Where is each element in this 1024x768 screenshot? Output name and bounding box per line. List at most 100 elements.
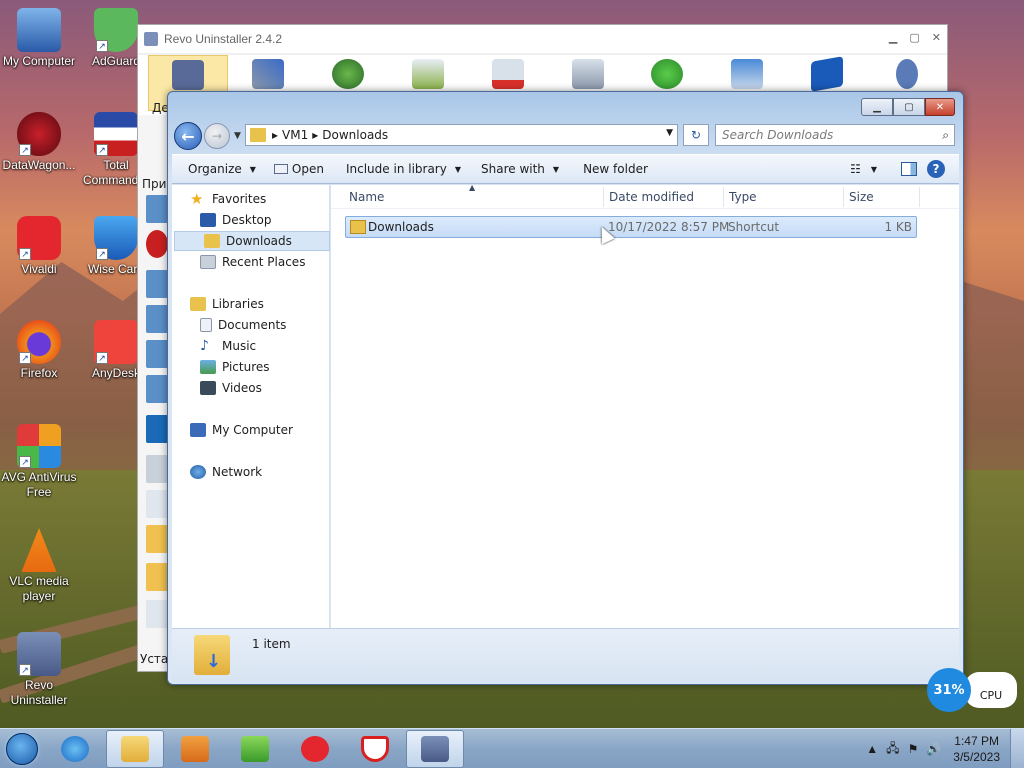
nav-label: Favorites bbox=[212, 192, 267, 206]
nav-documents[interactable]: Documents bbox=[200, 315, 286, 335]
cpu-gadget[interactable]: CPU 31% bbox=[927, 668, 1017, 712]
file-list[interactable]: Name ▲ Date modified Type Size Downloads… bbox=[331, 183, 959, 628]
breadcrumb-vm1[interactable]: VM1 bbox=[282, 128, 308, 142]
close-icon[interactable]: ✕ bbox=[932, 31, 941, 44]
organize-label: Organize bbox=[188, 162, 242, 176]
revo-list-icon bbox=[146, 525, 168, 553]
revo-list-icon bbox=[146, 195, 168, 223]
volume-icon[interactable]: 🔊 bbox=[926, 742, 941, 756]
nav-pictures[interactable]: Pictures bbox=[200, 357, 270, 377]
column-header-name[interactable]: Name bbox=[349, 190, 384, 204]
clock[interactable]: 1:47 PM 3/5/2023 bbox=[949, 733, 1010, 765]
flag-icon[interactable]: ⚑ bbox=[908, 742, 919, 756]
show-hidden-icons-icon[interactable]: ▲ bbox=[866, 742, 878, 756]
file-date-modified: 10/17/2022 8:57 PM bbox=[608, 220, 730, 234]
nav-libraries[interactable]: Libraries bbox=[190, 294, 264, 314]
desktop-icon-my-computer[interactable]: My Computer bbox=[1, 8, 77, 69]
taskbar-internet-explorer[interactable] bbox=[46, 730, 104, 768]
help-icon[interactable]: ? bbox=[927, 160, 945, 178]
chevron-right-icon[interactable]: ▸ bbox=[312, 128, 318, 142]
vivaldi-icon bbox=[301, 735, 329, 762]
file-row[interactable]: Downloads 10/17/2022 8:57 PM Shortcut 1 … bbox=[345, 216, 917, 238]
nav-desktop[interactable]: Desktop bbox=[200, 210, 272, 230]
organize-menu[interactable]: Organize ▼ bbox=[172, 155, 266, 183]
include-in-library-menu[interactable]: Include in library ▼ bbox=[334, 155, 471, 183]
windows-logo-icon bbox=[6, 732, 38, 765]
column-header-date-modified[interactable]: Date modified bbox=[609, 190, 694, 204]
nav-label: Recent Places bbox=[222, 255, 306, 269]
nav-network[interactable]: Network bbox=[190, 462, 262, 482]
taskbar-explorer[interactable] bbox=[106, 729, 164, 768]
nav-recent-places[interactable]: Recent Places bbox=[200, 252, 305, 272]
revo-list-icon bbox=[146, 230, 168, 258]
radar-icon bbox=[331, 59, 364, 89]
vlc-cone-icon bbox=[21, 528, 57, 572]
taskbar-vivaldi[interactable] bbox=[286, 730, 344, 768]
maximize-button[interactable]: ▢ bbox=[893, 98, 925, 116]
breadcrumb-downloads[interactable]: Downloads bbox=[322, 128, 388, 142]
navigation-pane: ★ Favorites Desktop Downloads Recent Plac… bbox=[172, 185, 330, 628]
taskbar-adguard[interactable] bbox=[346, 730, 404, 768]
revo-left-panel: Де При Уста bbox=[138, 101, 170, 671]
network-tray-icon[interactable]: 🖧 bbox=[886, 739, 899, 760]
column-header-size[interactable]: Size bbox=[849, 190, 874, 204]
open-button[interactable]: Open bbox=[266, 155, 334, 183]
explorer-window[interactable]: ▁ ▢ ✕ ← → ▼ ▸ VM1 ▸ Downloads ▼ ↻ Search… bbox=[167, 91, 964, 685]
taskbar-revo-uninstaller[interactable] bbox=[406, 729, 464, 768]
new-folder-button[interactable]: New folder bbox=[569, 155, 658, 183]
forward-button[interactable]: → bbox=[204, 123, 230, 149]
nav-downloads[interactable]: Downloads bbox=[174, 231, 330, 251]
desktop-icon-vivaldi[interactable]: ↗ Vivaldi bbox=[1, 216, 77, 277]
revo-list-icon bbox=[146, 305, 168, 333]
address-bar[interactable]: ▸ VM1 ▸ Downloads ▼ bbox=[245, 124, 678, 146]
maximize-icon[interactable]: ▢ bbox=[909, 31, 919, 44]
desktop-icon-vlc[interactable]: VLC media player bbox=[1, 528, 77, 604]
chevron-right-icon[interactable]: ▸ bbox=[272, 128, 278, 142]
music-note-icon: ♪ bbox=[200, 338, 209, 354]
anydesk-icon: ↗ bbox=[94, 320, 138, 364]
folder-icon bbox=[121, 735, 149, 762]
preview-pane-icon[interactable] bbox=[901, 162, 917, 176]
nav-videos[interactable]: Videos bbox=[200, 378, 262, 398]
show-desktop-button[interactable] bbox=[1010, 729, 1024, 768]
address-dropdown-icon[interactable]: ▼ bbox=[666, 128, 673, 138]
taskbar: ▲ 🖧 ⚑ 🔊 1:47 PM 3/5/2023 bbox=[0, 728, 1024, 768]
maximize-icon: ▢ bbox=[904, 101, 914, 113]
desktop-icon-datawagon[interactable]: ↗ DataWagon... bbox=[1, 112, 77, 173]
revo-list-icon bbox=[146, 455, 168, 483]
nav-label: My Computer bbox=[212, 423, 293, 437]
internet-explorer-icon bbox=[61, 735, 89, 762]
column-divider[interactable] bbox=[603, 187, 604, 207]
desktop-icon-firefox[interactable]: ↗ Firefox bbox=[1, 320, 77, 381]
view-options-icon[interactable]: ☷ bbox=[850, 162, 861, 176]
minimize-icon[interactable]: ▁ bbox=[889, 31, 897, 44]
column-divider[interactable] bbox=[723, 187, 724, 207]
share-with-menu[interactable]: Share with ▼ bbox=[471, 155, 569, 183]
column-divider[interactable] bbox=[843, 187, 844, 207]
taskbar-media-player[interactable] bbox=[166, 730, 224, 768]
revo-titlebar[interactable]: Revo Uninstaller 2.4.2 bbox=[138, 25, 947, 53]
search-icon[interactable]: ⌕ bbox=[942, 128, 949, 143]
nav-label: Videos bbox=[222, 381, 262, 395]
minimize-button[interactable]: ▁ bbox=[861, 98, 893, 116]
search-input[interactable]: Search Downloads ⌕ bbox=[715, 124, 955, 146]
refresh-button[interactable]: ↻ bbox=[683, 124, 709, 146]
nav-music[interactable]: ♪ Music bbox=[200, 336, 256, 356]
back-button[interactable]: ← bbox=[174, 122, 202, 150]
recent-pages-dropdown[interactable]: ▼ bbox=[234, 131, 241, 141]
close-button[interactable]: ✕ bbox=[925, 98, 955, 116]
computer-icon bbox=[17, 8, 61, 52]
column-header-type[interactable]: Type bbox=[729, 190, 757, 204]
nav-favorites[interactable]: ★ Favorites bbox=[190, 189, 266, 209]
column-headers: Name ▲ Date modified Type Size bbox=[331, 183, 959, 209]
window-controls: ▁ ▢ ✕ bbox=[861, 98, 955, 116]
taskbar-csharp-editor[interactable] bbox=[226, 730, 284, 768]
column-divider[interactable] bbox=[919, 187, 920, 207]
desktop-icon-revo-uninstaller[interactable]: ↗ Revo Uninstaller bbox=[1, 632, 77, 708]
desktop-icon-avg[interactable]: ↗ AVG AntiVirus Free bbox=[1, 424, 77, 500]
start-button[interactable] bbox=[0, 729, 44, 768]
command-bar: Organize ▼ Open Include in library ▼ Share… bbox=[172, 154, 959, 184]
nav-my-computer[interactable]: My Computer bbox=[190, 420, 293, 440]
view-dropdown-icon[interactable]: ▼ bbox=[871, 165, 877, 174]
revo-app-icon bbox=[144, 32, 158, 46]
